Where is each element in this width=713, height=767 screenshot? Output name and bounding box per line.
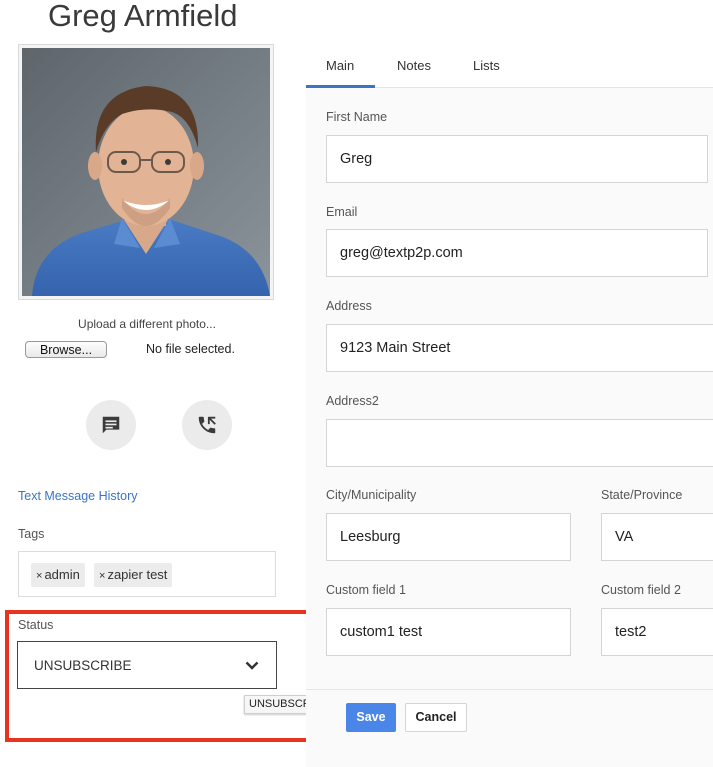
call-button[interactable] xyxy=(182,400,232,450)
tab-notes[interactable]: Notes xyxy=(397,58,431,73)
email-value: greg@textp2p.com xyxy=(340,245,463,261)
tag-chip[interactable]: × admin xyxy=(31,563,85,587)
footer-divider xyxy=(306,689,713,690)
file-status-text: No file selected. xyxy=(146,342,235,356)
tags-input[interactable]: × admin × zapier test xyxy=(18,551,276,597)
active-tab-indicator xyxy=(306,85,375,88)
tab-main[interactable]: Main xyxy=(326,58,354,73)
phone-call-icon xyxy=(198,416,216,434)
remove-tag-icon[interactable]: × xyxy=(36,570,42,582)
tags-label: Tags xyxy=(18,527,45,541)
browse-file-button[interactable]: Browse... xyxy=(25,341,107,358)
email-field[interactable]: greg@textp2p.com xyxy=(326,229,708,277)
upload-photo-label: Upload a different photo... xyxy=(78,317,216,331)
address-value: 9123 Main Street xyxy=(340,340,451,356)
contact-name-title: Greg Armfield xyxy=(48,0,238,33)
state-value: VA xyxy=(615,529,634,545)
first-name-field[interactable]: Greg xyxy=(326,135,708,183)
city-value: Leesburg xyxy=(340,529,401,545)
tab-bar: Main Notes Lists xyxy=(306,44,713,88)
state-field[interactable]: VA xyxy=(601,513,713,561)
custom-field-1-value: custom1 test xyxy=(340,624,423,640)
tag-label: zapier test xyxy=(107,567,168,582)
tag-chip[interactable]: × zapier test xyxy=(94,563,173,587)
address-label: Address xyxy=(326,299,372,313)
contact-photo xyxy=(18,44,274,300)
custom-field-2-value: test2 xyxy=(615,624,647,640)
address-field[interactable]: 9123 Main Street xyxy=(326,324,713,372)
city-field[interactable]: Leesburg xyxy=(326,513,571,561)
highlight-annotation-box xyxy=(5,610,335,742)
custom-field-2-label: Custom field 2 xyxy=(601,583,681,597)
city-label: City/Municipality xyxy=(326,488,417,502)
email-label: Email xyxy=(326,205,358,219)
first-name-label: First Name xyxy=(326,110,388,124)
state-label: State/Province xyxy=(601,488,683,502)
tag-label: admin xyxy=(44,567,80,582)
text-message-history-link[interactable]: Text Message History xyxy=(18,489,137,503)
custom-field-1-label: Custom field 1 xyxy=(326,583,406,597)
first-name-value: Greg xyxy=(340,151,373,167)
address2-label: Address2 xyxy=(326,394,379,408)
tab-lists[interactable]: Lists xyxy=(473,58,500,73)
profile-photo-image xyxy=(22,48,270,296)
cancel-button[interactable]: Cancel xyxy=(405,703,467,732)
remove-tag-icon[interactable]: × xyxy=(99,570,105,582)
custom-field-1-input[interactable]: custom1 test xyxy=(326,608,571,656)
save-button[interactable]: Save xyxy=(346,703,396,732)
chat-bubble-icon xyxy=(102,416,120,434)
address2-field[interactable] xyxy=(326,419,713,467)
send-message-button[interactable] xyxy=(86,400,136,450)
custom-field-2-input[interactable]: test2 xyxy=(601,608,713,656)
